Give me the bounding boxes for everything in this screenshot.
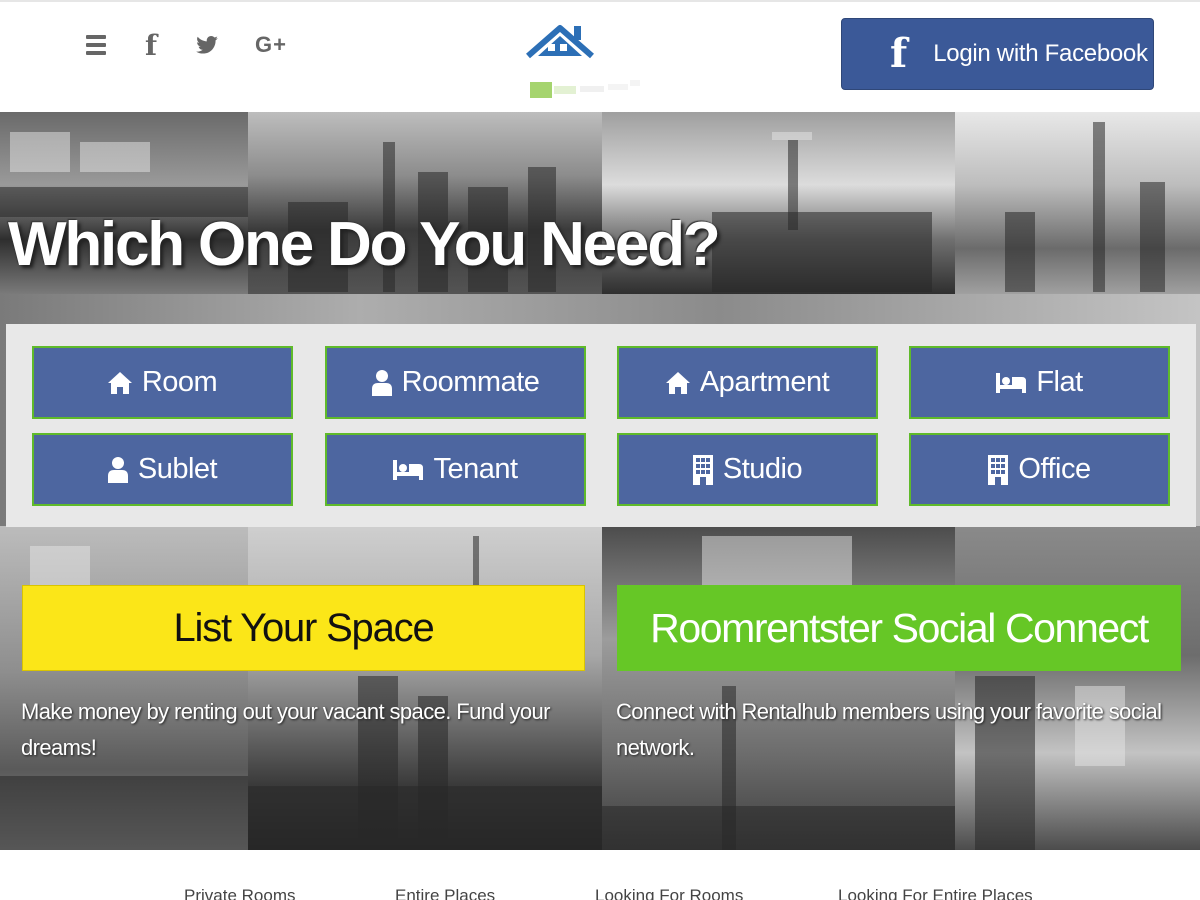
facebook-icon: f — [890, 30, 908, 77]
login-with-facebook-button[interactable]: f Login with Facebook — [841, 18, 1154, 90]
footer-nav: Private Rooms Entire Places Looking For … — [0, 850, 1200, 900]
hero-section: Which One Do You Need? Room Roommate Apa… — [0, 112, 1200, 850]
category-button-sublet[interactable]: Sublet — [32, 433, 293, 506]
list-space-description: Make money by renting out your vacant sp… — [21, 699, 551, 760]
category-label: Sublet — [137, 453, 218, 485]
home-icon — [665, 371, 690, 394]
building-icon — [692, 454, 713, 485]
user-icon — [107, 456, 128, 483]
category-button-room[interactable]: Room — [32, 346, 293, 419]
city-photo-tile — [602, 526, 955, 850]
social-connect-description: Connect with Rentalhub members using you… — [616, 699, 1162, 760]
facebook-icon[interactable]: f — [142, 28, 160, 62]
site-logo[interactable] — [524, 22, 654, 102]
house-logo-icon — [526, 25, 640, 98]
city-photo-tile — [955, 112, 1200, 294]
user-icon — [371, 369, 392, 396]
bed-icon — [393, 459, 424, 480]
category-button-office[interactable]: Office — [909, 433, 1170, 506]
building-icon — [988, 454, 1009, 485]
city-photo-tile — [248, 526, 602, 850]
category-button-tenant[interactable]: Tenant — [325, 433, 586, 506]
category-label: Studio — [722, 453, 803, 485]
nav-link-looking-for-rooms[interactable]: Looking For Rooms — [595, 886, 743, 900]
category-button-flat[interactable]: Flat — [909, 346, 1170, 419]
category-label: Flat — [1036, 366, 1083, 398]
category-button-studio[interactable]: Studio — [617, 433, 878, 506]
google-plus-icon[interactable]: G+ — [254, 28, 288, 62]
nav-link-private-rooms[interactable]: Private Rooms — [184, 886, 295, 900]
category-label: Office — [1018, 453, 1091, 485]
category-label: Tenant — [433, 453, 518, 485]
city-photo-tile — [955, 526, 1200, 850]
menu-icon[interactable] — [84, 28, 108, 62]
home-icon — [107, 371, 132, 394]
list-your-space-button[interactable]: List Your Space — [22, 585, 585, 671]
site-header: f G+ f Login with Facebook — [0, 0, 1200, 112]
category-button-apartment[interactable]: Apartment — [617, 346, 878, 419]
login-button-label: Login with Facebook — [933, 40, 1148, 67]
social-connect-button[interactable]: Roomrentster Social Connect — [617, 585, 1181, 671]
category-label: Room — [141, 366, 218, 398]
twitter-icon[interactable] — [194, 28, 220, 62]
nav-link-entire-places[interactable]: Entire Places — [395, 886, 495, 900]
bed-icon — [996, 372, 1027, 393]
nav-link-looking-for-entire-places[interactable]: Looking For Entire Places — [838, 886, 1033, 900]
city-photo-tile — [0, 526, 248, 850]
category-label: Roommate — [401, 366, 540, 398]
category-button-roommate[interactable]: Roommate — [325, 346, 586, 419]
hero-title: Which One Do You Need? — [8, 210, 721, 279]
category-label: Apartment — [699, 366, 830, 398]
social-icon-bar: f G+ — [84, 28, 322, 62]
